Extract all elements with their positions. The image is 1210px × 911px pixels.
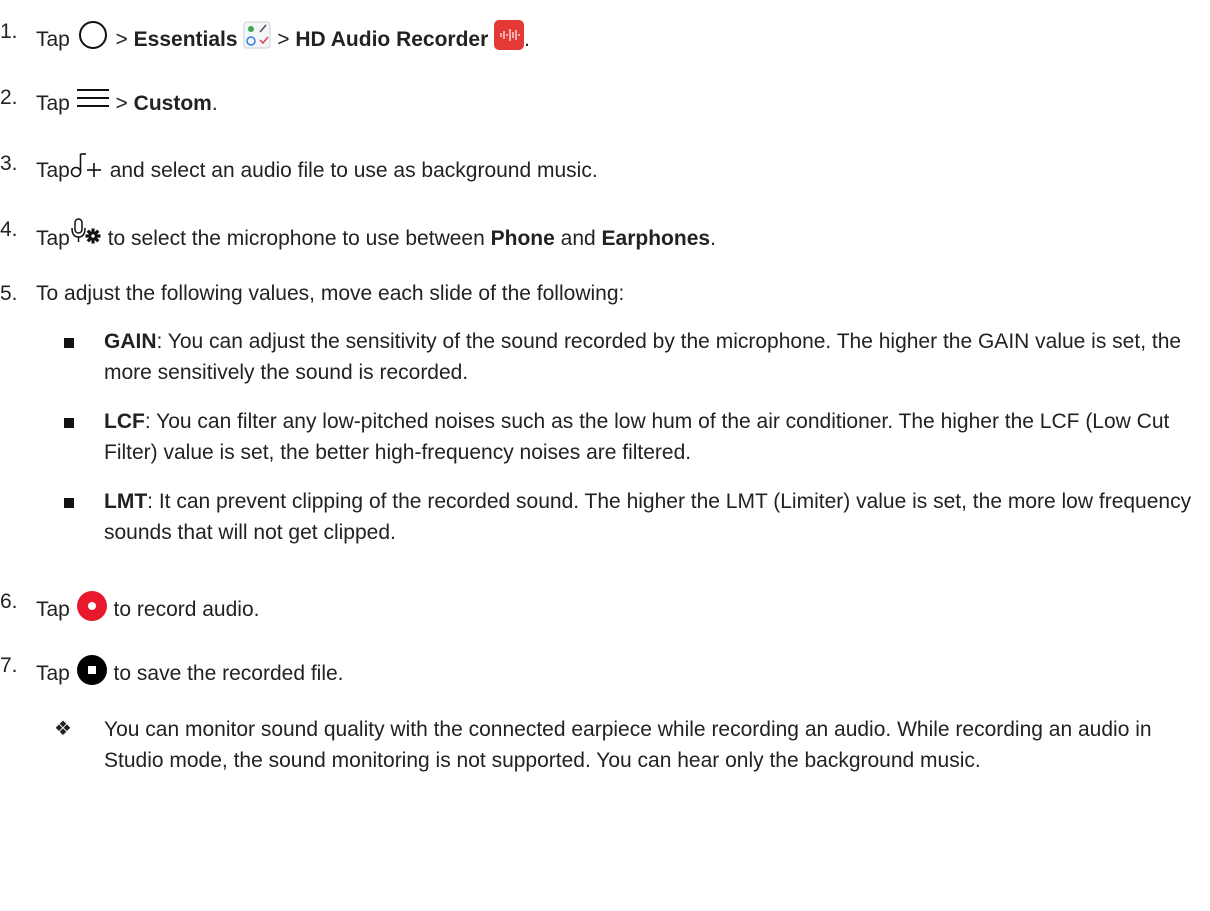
record-icon [76, 591, 107, 621]
home-circle-icon [78, 21, 107, 49]
stop-icon [76, 655, 107, 685]
lmt-description: LMT: It can prevent clipping of the reco… [104, 490, 1192, 544]
gain-bullet [64, 338, 74, 348]
menu-icon [76, 89, 109, 107]
essentials-label: Essentials [133, 28, 238, 51]
earphones-label: Earphones [601, 227, 711, 250]
note-text: You can monitor sound quality with the c… [104, 718, 1152, 772]
custom-label: Custom [133, 92, 212, 115]
mic-settings-icon [71, 218, 101, 244]
gain-description: GAIN: You can adjust the sensitivity of … [104, 330, 1182, 384]
phone-label: Phone [490, 227, 555, 250]
add-music-icon [70, 153, 101, 178]
lcf-description: LCF: You can filter any low-pitched nois… [104, 410, 1170, 464]
note-symbol: ❖ [54, 716, 72, 740]
hd-audio-recorder-label: HD Audio Recorder [295, 28, 489, 51]
hd-audio-recorder-icon [494, 20, 525, 50]
essentials-folder-icon [243, 21, 271, 49]
lmt-bullet [64, 498, 74, 508]
lcf-bullet [64, 418, 74, 428]
